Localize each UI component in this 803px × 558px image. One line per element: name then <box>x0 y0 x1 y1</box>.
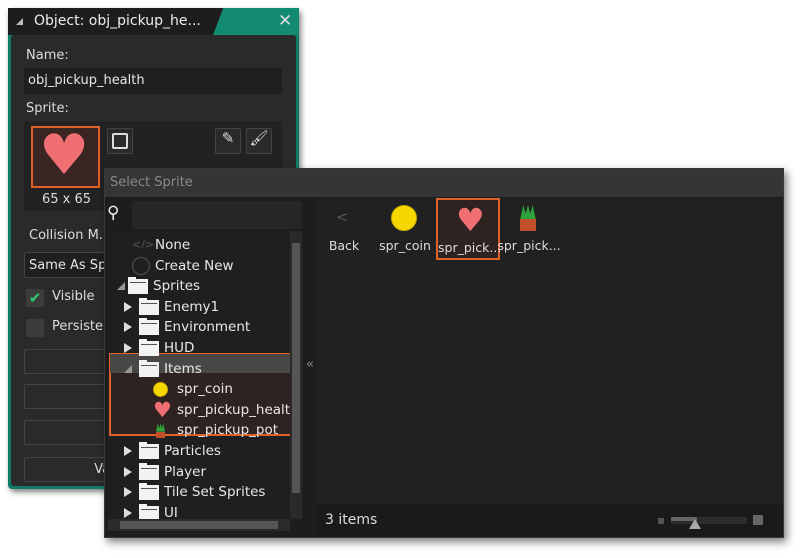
sprite-tile[interactable]: < Back <box>312 198 376 260</box>
dialog-title: Select Sprite <box>105 169 783 197</box>
tree-item[interactable]: spr_pickup_pot <box>108 420 291 440</box>
visible-checkbox[interactable]: ✔ <box>26 289 44 307</box>
name-input[interactable]: obj_pickup_health <box>24 68 282 94</box>
collapse-panel-button[interactable]: « <box>306 357 314 372</box>
tree-item-label: Tile Set Sprites <box>164 484 266 501</box>
edit-sprite-button[interactable]: ✎ <box>215 128 241 154</box>
sprite-tile[interactable]: spr_pick... <box>497 198 561 260</box>
horizontal-scrollbar[interactable] <box>108 519 290 531</box>
close-icon[interactable]: ✕ <box>278 11 292 31</box>
tree-item-label: Particles <box>164 443 221 459</box>
tree-item-label: spr_coin <box>177 381 233 398</box>
select-sprite-dialog: Select Sprite ⚲ </> None Create New Sprites… <box>104 168 784 538</box>
coin-icon <box>391 205 417 231</box>
window-title: Object: obj_pickup_he... <box>34 13 201 29</box>
sprite-size: 65 x 65 <box>42 192 92 207</box>
tree-item[interactable]: Player <box>108 462 291 482</box>
potted-plant-icon <box>153 423 168 439</box>
tree-item-label: spr_pickup_pot <box>177 422 279 439</box>
tree-item[interactable]: Particles <box>108 441 291 461</box>
tree-item-label: Enemy1 <box>164 298 220 315</box>
sprite-tile-label: spr_coin <box>379 238 431 253</box>
heart-icon: ♥ <box>456 201 485 239</box>
zoom-small-icon <box>658 518 664 524</box>
folder-icon <box>139 339 159 356</box>
search-input[interactable] <box>132 201 302 229</box>
vertical-scrollbar[interactable] <box>290 231 302 519</box>
plus-circle-icon <box>132 256 150 275</box>
zoom-large-icon <box>753 515 763 525</box>
potted-plant-icon <box>515 205 541 231</box>
sprite-label: Sprite: <box>26 101 69 116</box>
collision-label: Collision M... <box>29 228 112 243</box>
back-chevron-icon: < <box>336 208 349 226</box>
expand-arrow-icon[interactable] <box>124 487 132 498</box>
expand-arrow-icon[interactable] <box>124 507 132 518</box>
expand-arrow-icon[interactable] <box>124 466 132 477</box>
search-icon: ⚲ <box>107 203 120 223</box>
sprite-tile-label: spr_pick... <box>497 238 561 253</box>
object-window-titlebar: Object: obj_pickup_he... ✕ <box>8 8 299 35</box>
tree-item-label: Items <box>164 360 202 377</box>
expand-arrow-icon[interactable] <box>124 446 132 456</box>
heart-icon: ♥ <box>39 123 90 188</box>
collapse-arrow-icon[interactable] <box>117 282 125 291</box>
folder-icon <box>139 297 159 315</box>
sprite-tile-label: spr_pick... <box>438 240 502 255</box>
tree-item[interactable]: Items <box>108 359 291 379</box>
code-icon: </> <box>132 238 155 251</box>
sprite-tile[interactable]: spr_coin <box>373 198 437 260</box>
expand-arrow-icon[interactable] <box>124 301 132 312</box>
tree-item-label: spr_pickup_healt <box>177 401 291 418</box>
coin-icon <box>153 382 168 398</box>
sprite-tile[interactable]: ♥ spr_pick... <box>436 198 502 260</box>
tree-item-label: None <box>155 237 191 253</box>
tree-item-label: Player <box>164 463 207 480</box>
folder-icon <box>139 462 159 480</box>
persistent-checkbox[interactable] <box>26 319 44 337</box>
tree-item-label: Sprites <box>153 278 201 295</box>
tree-item[interactable]: Tile Set Sprites <box>108 482 291 502</box>
expand-arrow-icon[interactable] <box>124 322 132 333</box>
edit-image-button[interactable]: 🖌 <box>246 128 272 154</box>
tree-item[interactable]: spr_coin <box>108 379 291 399</box>
folder-icon <box>128 277 148 295</box>
tree-item-label: Environment <box>164 319 251 336</box>
sprite-tile-label: Back <box>328 238 360 253</box>
tree-item[interactable]: Environment <box>108 317 291 337</box>
tree-item-label: HUD <box>164 340 195 356</box>
sprite-preview[interactable]: ♥ <box>31 126 100 188</box>
zoom-slider-handle[interactable] <box>689 519 701 529</box>
visible-label: Visible <box>52 289 95 304</box>
expand-arrow-icon[interactable] <box>124 343 132 353</box>
item-count: 3 items <box>325 512 378 528</box>
folder-icon <box>139 318 159 336</box>
folder-icon <box>139 442 159 459</box>
persistent-label: Persiste <box>52 319 103 334</box>
tree-item[interactable]: ♥ spr_pickup_healt <box>108 400 291 420</box>
tree-item-label: Create New <box>155 257 234 274</box>
status-bar: 3 items <box>317 505 783 536</box>
collapse-arrow-icon[interactable] <box>124 364 132 373</box>
tree-item[interactable]: Create New <box>108 256 291 276</box>
tree-item[interactable]: HUD <box>108 338 291 358</box>
new-sprite-button[interactable] <box>107 128 133 154</box>
folder-icon <box>139 483 159 501</box>
name-label: Name: <box>26 48 69 63</box>
zoom-slider[interactable] <box>671 517 747 524</box>
heart-icon: ♥ <box>153 399 172 420</box>
collapse-triangle-icon[interactable] <box>16 18 23 25</box>
folder-icon <box>139 359 159 377</box>
tree-item[interactable]: </> None <box>108 235 291 255</box>
resource-tree: </> None Create New Sprites Enemy1 Environmen… <box>108 231 303 521</box>
tree-item[interactable]: Sprites <box>108 276 291 296</box>
tree-item[interactable]: Enemy1 <box>108 297 291 317</box>
